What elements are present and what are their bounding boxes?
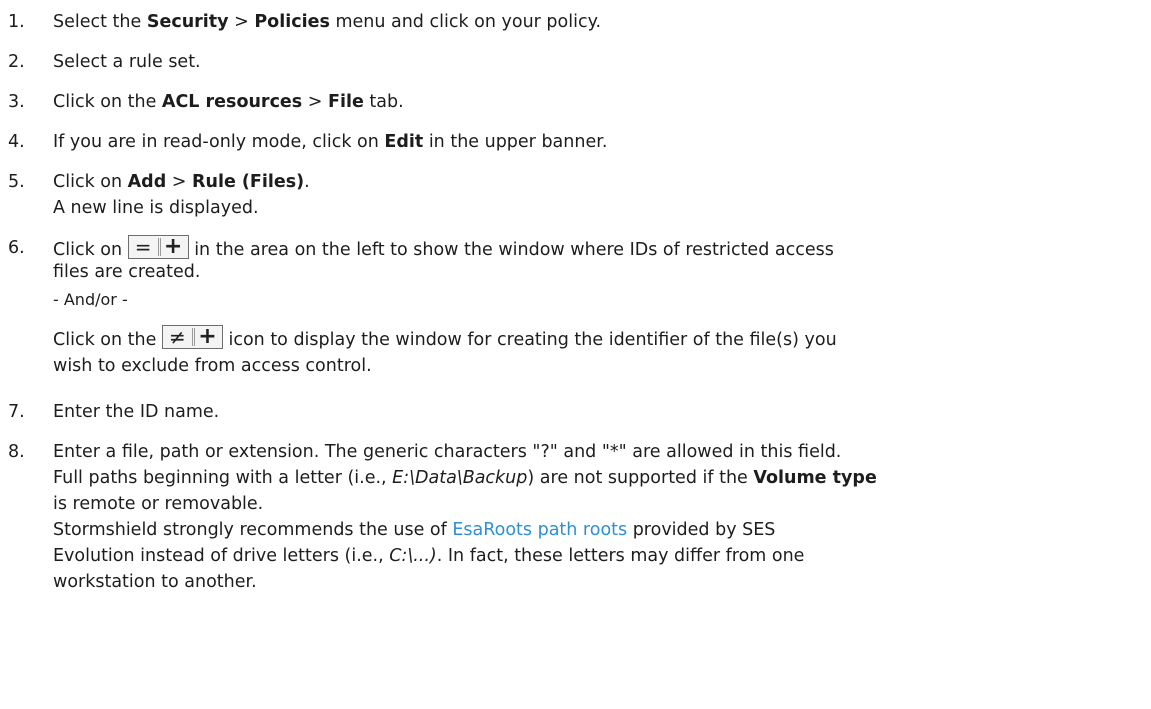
step-text: Click on the [53, 92, 162, 112]
edit-label: Edit [384, 132, 424, 152]
step-number: 8. [8, 442, 25, 462]
plus-icon: + [163, 234, 183, 259]
step-number: 2. [8, 52, 25, 72]
plus-icon: + [198, 324, 217, 349]
add-excluded-file-id-icon: ≠ + [161, 324, 223, 349]
menu-security: Security [146, 12, 229, 32]
step-text: in the upper banner. [423, 132, 608, 152]
example-drive: C:\...) [389, 546, 437, 566]
tab-acl-resources: ACL resources [161, 92, 303, 112]
separator-text: > [302, 92, 329, 112]
step-number: 7. [8, 402, 25, 422]
step-number: 3. [8, 92, 25, 112]
step-text: menu and click on your policy. [329, 12, 602, 32]
volume-type-label: Volume type [753, 468, 877, 488]
step-text: . [304, 172, 310, 192]
step-text: Select a rule set. [53, 52, 201, 72]
step-text: . In fact, these letters may differ from… [436, 546, 805, 566]
step-text: wish to exclude from access control. [53, 356, 372, 376]
step-text: icon to display the window for creating … [222, 330, 837, 350]
step-text: Click on the [53, 330, 162, 350]
step-text: Click on [53, 240, 128, 260]
menu-add: Add [127, 172, 167, 192]
step-text: Full paths beginning with a letter (i.e.… [53, 468, 393, 488]
esaroots-path-roots-link[interactable]: EsaRoots path roots [452, 520, 627, 540]
tab-file: File [328, 92, 364, 112]
step-text: Click on [53, 172, 128, 192]
step-text: If you are in read-only mode, click on [53, 132, 385, 152]
step-text: Enter the ID name. [53, 402, 220, 422]
and-or-text: - And/or - [53, 290, 128, 309]
example-path: E:\Data\Backup [392, 468, 528, 488]
step-text: is remote or removable. [53, 494, 264, 514]
not-equal-icon: ≠ [169, 325, 186, 349]
separator-text: > [228, 12, 255, 32]
step-text: ) are not supported if the [527, 468, 754, 488]
step-text: workstation to another. [53, 572, 257, 592]
step-number: 5. [8, 172, 25, 192]
equals-icon: = [134, 235, 152, 259]
separator-text: > [166, 172, 193, 192]
step-text: provided by SES [627, 520, 776, 540]
step-text: Stormshield strongly recommends the use … [53, 520, 453, 540]
step-text: in the area on the left to show the wind… [188, 240, 834, 260]
step-number: 6. [8, 238, 25, 258]
step-note: A new line is displayed. [53, 198, 259, 218]
menu-policies: Policies [254, 12, 330, 32]
step-text: tab. [363, 92, 404, 112]
menu-rule-files: Rule (Files) [192, 172, 305, 192]
step-number: 4. [8, 132, 25, 152]
add-included-file-id-icon: = + [127, 234, 189, 259]
step-number: 1. [8, 12, 25, 32]
step-text: Evolution instead of drive letters (i.e.… [53, 546, 390, 566]
step-text: Enter a file, path or extension. The gen… [53, 442, 842, 462]
step-text: Select the [53, 12, 147, 32]
